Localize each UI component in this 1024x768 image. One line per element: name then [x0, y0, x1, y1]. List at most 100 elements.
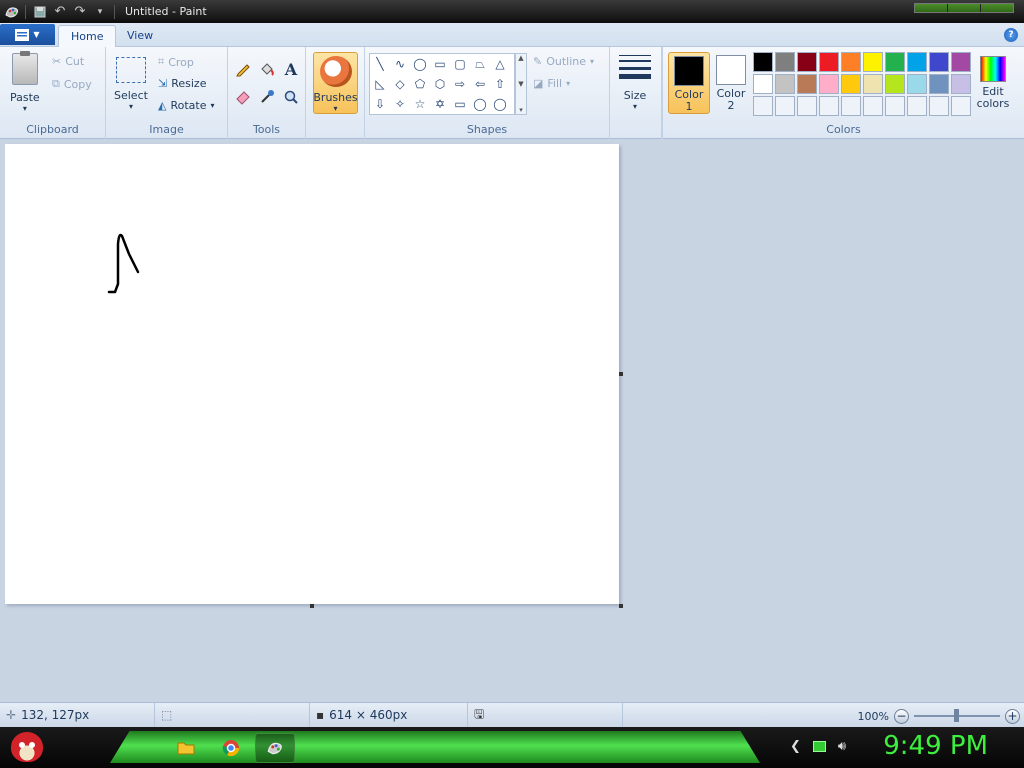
- resize-handle-right[interactable]: [619, 372, 623, 376]
- chevron-down-icon: ▾: [590, 57, 595, 66]
- cut-button[interactable]: ✂ Cut: [52, 55, 84, 68]
- rotate-button[interactable]: ◭ Rotate ▾: [158, 99, 215, 112]
- zoom-in-icon[interactable]: +: [1005, 708, 1020, 724]
- shape-tool-4[interactable]: ▢: [450, 54, 470, 74]
- shape-tool-2[interactable]: ◯: [410, 54, 430, 74]
- shape-tool-9[interactable]: ⬠: [410, 74, 430, 94]
- resize-button[interactable]: ⇲ Resize: [158, 77, 206, 90]
- fill-icon[interactable]: [257, 59, 277, 79]
- shape-tool-6[interactable]: △: [490, 54, 510, 74]
- minimize-button[interactable]: [915, 4, 948, 12]
- shape-tool-5[interactable]: ⏢: [470, 54, 490, 74]
- resize-handle-corner[interactable]: [619, 604, 623, 608]
- scroll-down-icon[interactable]: ▼: [518, 80, 523, 88]
- window-title: Untitled - Paint: [125, 5, 207, 18]
- select-icon: [115, 57, 146, 83]
- tab-home[interactable]: Home: [58, 25, 117, 47]
- start-button[interactable]: [6, 728, 48, 766]
- paste-button[interactable]: Paste ▾: [10, 51, 40, 113]
- folder-icon[interactable]: [166, 733, 206, 763]
- shape-tool-11[interactable]: ⇨: [450, 74, 470, 94]
- taskbar-band: [110, 731, 760, 763]
- group-label-tools: Tools: [252, 123, 281, 136]
- rotate-icon: ◭: [158, 99, 167, 112]
- undo-icon[interactable]: ↶: [50, 3, 70, 21]
- qat-customize-icon[interactable]: ▾: [90, 3, 110, 21]
- chevron-down-icon: ▾: [128, 102, 133, 111]
- size-button[interactable]: Size ▾: [619, 53, 651, 111]
- group-label-colors: Colors: [826, 123, 861, 136]
- system-tray: ❮ 🔊︎: [790, 739, 846, 754]
- fill-bucket-icon: ◪: [533, 77, 544, 90]
- redo-icon[interactable]: ↷: [70, 3, 90, 21]
- outline-button[interactable]: ✎ Outline ▾: [533, 55, 594, 68]
- volume-icon[interactable]: 🔊︎: [838, 739, 846, 754]
- chevron-down-icon: ▾: [22, 104, 27, 113]
- zoom-out-icon[interactable]: −: [894, 708, 909, 724]
- crop-button[interactable]: ⌗ Crop: [158, 55, 194, 69]
- disk-icon: 🖫: [474, 706, 485, 721]
- shape-tool-12[interactable]: ⇦: [470, 74, 490, 94]
- canvas-size: ▪ 614 × 460px: [310, 703, 468, 727]
- crop-icon: ⌗: [158, 55, 165, 68]
- shape-tool-0[interactable]: ╲: [370, 54, 390, 74]
- chevron-down-icon: ▾: [333, 104, 338, 113]
- scroll-up-icon[interactable]: ▲: [518, 54, 523, 62]
- clock[interactable]: 9:49 PM: [883, 731, 988, 761]
- selection-size: ⬚: [155, 703, 310, 727]
- shape-tool-20[interactable]: ◯: [490, 94, 510, 114]
- shapes-scrollbar[interactable]: ▲ ▼ ▾: [515, 53, 527, 115]
- zoom-slider[interactable]: [914, 709, 1000, 722]
- zoom-slider-thumb[interactable]: [954, 709, 959, 722]
- eraser-icon[interactable]: [233, 87, 253, 107]
- clipboard-group: Paste ▾ ✂ Cut ⧉ Copy Clipboard: [0, 47, 106, 139]
- resize-handle-bottom[interactable]: [310, 604, 314, 608]
- shape-tool-15[interactable]: ✧: [390, 94, 410, 114]
- pencil-icon[interactable]: [233, 59, 253, 79]
- save-icon[interactable]: [30, 3, 50, 21]
- maximize-button[interactable]: [948, 4, 981, 12]
- title-bar: ↶ ↷ ▾ Untitled - Paint: [0, 0, 1024, 23]
- line-width-icon: [619, 53, 651, 81]
- tab-view[interactable]: View: [115, 25, 165, 47]
- brush-icon: [319, 56, 352, 87]
- shape-tool-1[interactable]: ∿: [390, 54, 410, 74]
- cursor-position: ✛ 132, 127px: [0, 703, 155, 727]
- fill-button[interactable]: ◪ Fill ▾: [533, 77, 570, 90]
- action-center-icon[interactable]: [812, 741, 826, 752]
- paint-menu-button[interactable]: ▼: [0, 24, 55, 45]
- shape-tool-16[interactable]: ☆: [410, 94, 430, 114]
- color-picker-icon[interactable]: [257, 87, 277, 107]
- help-icon[interactable]: ?: [1004, 28, 1018, 42]
- group-label-shapes: Shapes: [466, 123, 508, 136]
- shape-tool-18[interactable]: ▭: [450, 94, 470, 114]
- brushes-button[interactable]: Brushes ▾: [313, 52, 358, 114]
- paint-icon[interactable]: [255, 733, 295, 763]
- shape-tool-17[interactable]: ✡: [430, 94, 450, 114]
- file-size: 🖫: [468, 703, 623, 727]
- image-group: Select ▾ ⌗ Crop ⇲ Resize ◭ Rotate ▾ Imag…: [106, 47, 228, 139]
- shape-tool-3[interactable]: ▭: [430, 54, 450, 74]
- qat-separator: [114, 4, 115, 19]
- group-label-clipboard: Clipboard: [26, 123, 79, 136]
- shape-tool-14[interactable]: ⇩: [370, 94, 390, 114]
- expand-gallery-icon[interactable]: ▾: [519, 106, 523, 114]
- magnifier-icon[interactable]: [281, 87, 301, 107]
- outline-icon: ✎: [533, 55, 543, 68]
- close-button[interactable]: [981, 4, 1013, 12]
- shape-tool-7[interactable]: ◺: [370, 74, 390, 94]
- drawing-canvas[interactable]: [5, 144, 619, 604]
- tools-group: A Tools: [228, 47, 306, 139]
- shape-tool-8[interactable]: ◇: [390, 74, 410, 94]
- select-button[interactable]: Select ▾: [114, 57, 148, 111]
- resize-icon: ⇲: [158, 77, 168, 90]
- chrome-icon[interactable]: [211, 733, 251, 763]
- shape-tool-19[interactable]: ◯: [470, 94, 490, 114]
- text-icon[interactable]: A: [281, 59, 301, 79]
- shape-tool-10[interactable]: ⬡: [430, 74, 450, 94]
- shape-tool-13[interactable]: ⇧: [490, 74, 510, 94]
- paint-app-icon[interactable]: [3, 4, 21, 20]
- colors-group: Colors: [662, 47, 1024, 139]
- show-hidden-icons[interactable]: ❮: [790, 739, 801, 754]
- copy-button[interactable]: ⧉ Copy: [52, 77, 92, 91]
